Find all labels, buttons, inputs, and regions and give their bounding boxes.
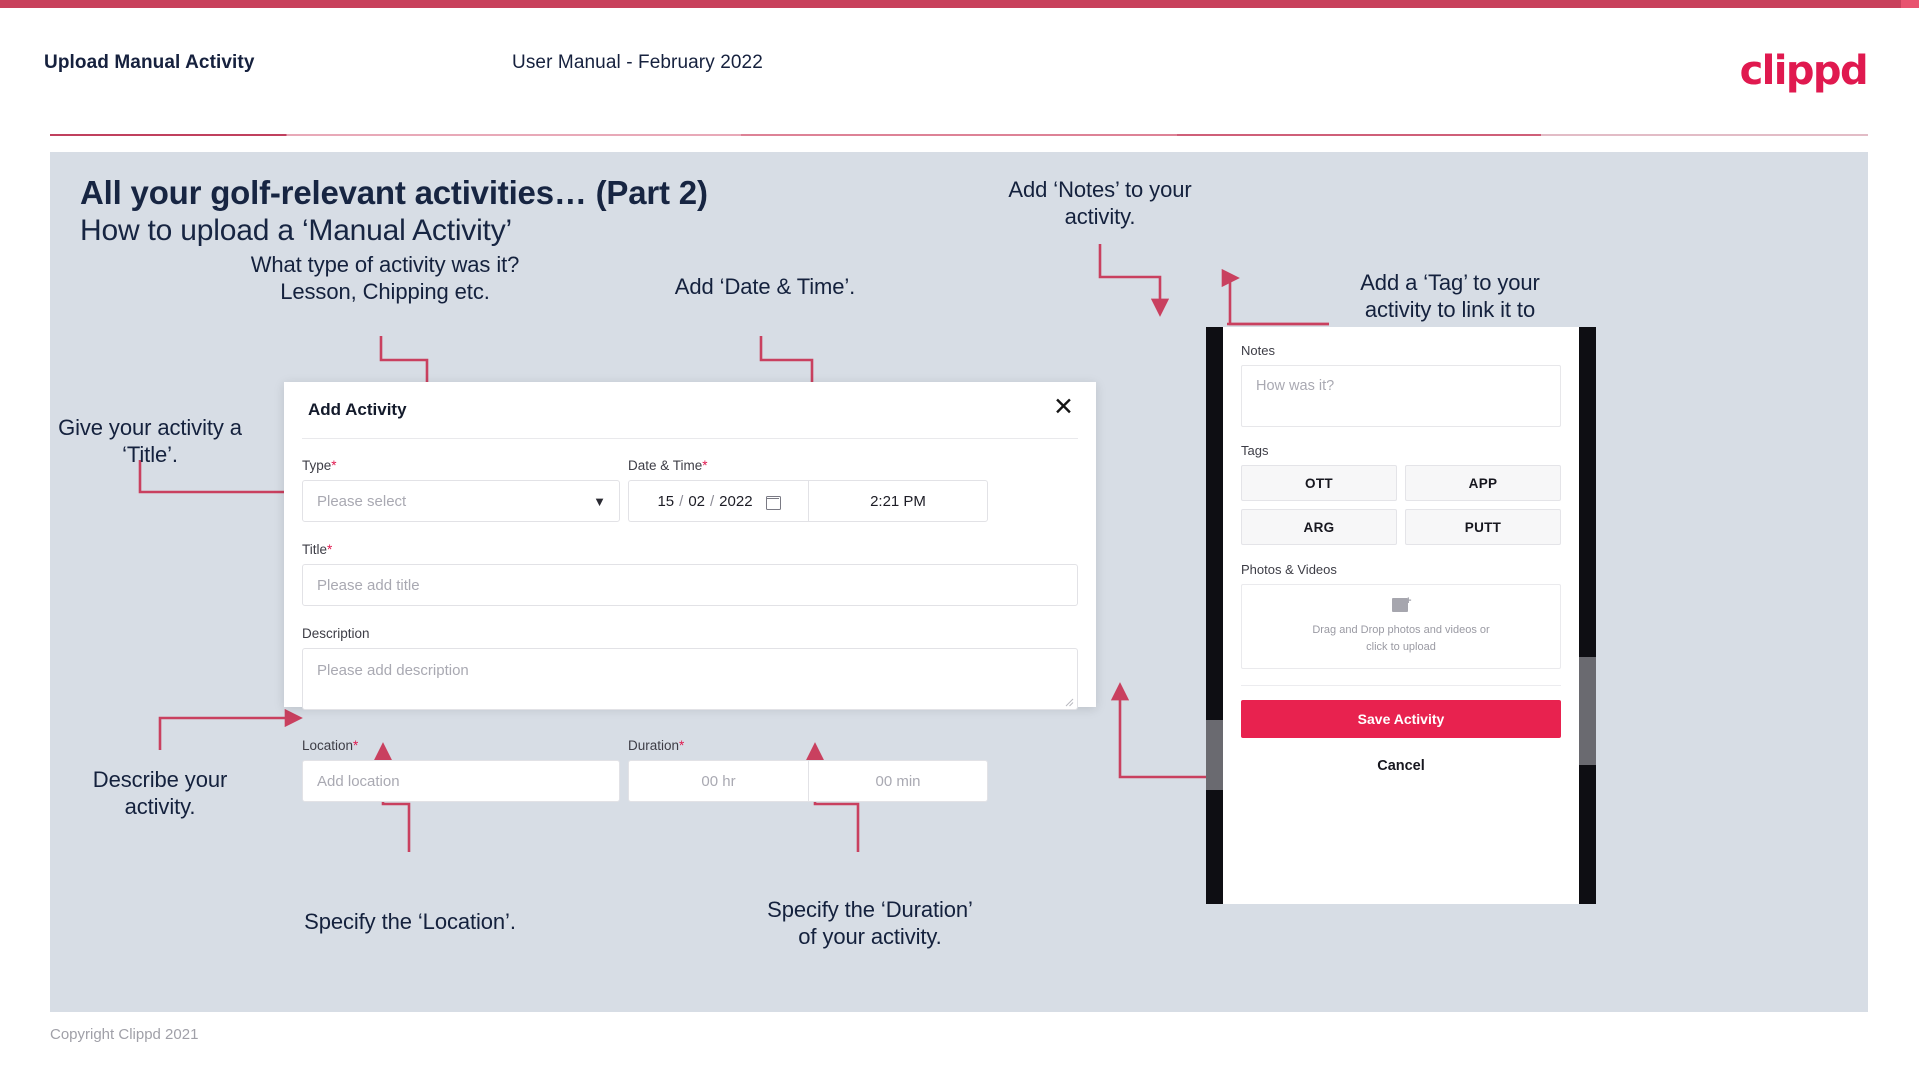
tag-button-putt[interactable]: PUTT [1405,509,1561,545]
cancel-button[interactable]: Cancel [1241,758,1561,774]
field-title: Title* Please add title [302,542,1078,606]
notes-placeholder: How was it? [1256,378,1335,394]
save-activity-button[interactable]: Save Activity [1241,700,1561,738]
duration-hours-value: 00 hr [701,772,736,790]
media-dropzone[interactable]: + Drag and Drop photos and videos or cli… [1241,584,1561,669]
phone-mockup: Notes How was it? Tags OTT APP ARG PUTT … [1206,327,1596,904]
type-select[interactable]: Please select ▼ [302,480,620,522]
duration-minutes-input[interactable]: 00 min [808,760,988,802]
duration-label: Duration* [628,738,988,753]
phone-frame-left [1206,327,1223,904]
type-label: Type* [302,458,620,473]
add-activity-modal: Add Activity ✕ Type* Please select ▼ Dat… [284,382,1096,802]
date-input[interactable]: 15 / 02 / 2022 [628,480,808,522]
type-required-mark: * [331,458,337,473]
tag-button-ott[interactable]: OTT [1241,465,1397,501]
title-input[interactable]: Please add title [302,564,1078,606]
notes-textarea[interactable]: How was it? [1241,365,1561,427]
field-location: Location* Add location [302,738,620,802]
description-label: Description [302,626,370,641]
modal-title: Add Activity [308,400,407,419]
type-label-text: Type [302,458,332,473]
description-placeholder: Please add description [317,662,469,679]
field-type: Type* Please select ▼ [302,458,620,522]
title-input-placeholder: Please add title [317,576,420,594]
phone-divider [1241,685,1561,686]
media-hint-line-2: click to upload [1366,640,1436,653]
datetime-required-mark: * [702,458,708,473]
date-day: 15 [657,492,675,510]
resize-grip-icon[interactable] [1065,698,1074,707]
field-duration: Duration* 00 hr 00 min [628,738,988,802]
annotation-title: Give your activity a ‘Title’. [58,415,242,467]
annotation-duration: Specify the ‘Duration’ of your activity. [767,897,973,949]
title-required-mark: * [327,542,333,557]
modal-header: Add Activity ✕ [284,382,1096,440]
page-subtitle: How to upload a ‘Manual Activity’ [80,214,512,247]
datetime-label-text: Date & Time [628,458,703,473]
top-accent-bar [0,0,1919,8]
date-year: 2022 [719,492,753,510]
title-label-text: Title [302,542,328,557]
annotation-type: What type of activity was it? Lesson, Ch… [250,252,520,304]
time-input[interactable]: 2:21 PM [808,480,988,522]
field-datetime: Date & Time* 15 / 02 / 2022 2:21 PM [628,458,988,522]
annotation-description: Describe your activity. [92,767,228,819]
phone-frame-right [1579,327,1596,904]
top-accent-bar-right [1901,0,1919,8]
annotation-datetime: Add ‘Date & Time’. [674,274,856,299]
datetime-label: Date & Time* [628,458,988,473]
type-select-value: Please select [317,492,407,510]
tags-label: Tags [1241,443,1269,458]
location-label: Location* [302,738,620,753]
header-divider [50,134,1868,136]
clippd-logo: clippd [1739,48,1869,94]
page-title: All your golf-relevant activities… (Part… [80,174,708,211]
location-placeholder: Add location [317,772,400,790]
description-textarea[interactable]: Please add description [302,648,1078,710]
field-description: Description Please add description [302,626,1078,710]
add-image-icon: + [1391,596,1412,615]
tags-grid: OTT APP ARG PUTT [1241,465,1561,545]
phone-screen: Notes How was it? Tags OTT APP ARG PUTT … [1223,327,1579,904]
header-title: Upload Manual Activity [44,52,255,73]
slide-body: All your golf-relevant activities… (Part… [50,152,1868,1012]
phone-side-button-left [1206,720,1223,790]
calendar-icon[interactable] [765,494,781,510]
location-label-text: Location [302,738,354,753]
time-value: 2:21 PM [870,492,926,510]
date-sep-1: / [679,492,684,510]
modal-divider [302,438,1078,439]
page-header: Upload Manual Activity User Manual - Feb… [0,8,1919,136]
notes-label: Notes [1241,343,1275,358]
chevron-down-icon: ▼ [593,493,606,509]
close-icon[interactable]: ✕ [1053,394,1074,419]
tag-button-app[interactable]: APP [1405,465,1561,501]
annotation-location: Specify the ‘Location’. [304,909,516,934]
media-hint-line-1: Drag and Drop photos and videos or [1312,624,1490,636]
datetime-row: 15 / 02 / 2022 2:21 PM [628,480,988,522]
duration-minutes-value: 00 min [875,772,921,790]
duration-row: 00 hr 00 min [628,760,988,802]
media-label: Photos & Videos [1241,562,1337,577]
location-required-mark: * [353,738,359,753]
duration-hours-input[interactable]: 00 hr [628,760,808,802]
title-label: Title* [302,542,1078,557]
duration-label-text: Duration [628,738,680,753]
phone-side-button-right [1579,657,1596,765]
footer-copyright: Copyright Clippd 2021 [50,1026,199,1043]
tag-button-arg[interactable]: ARG [1241,509,1397,545]
header-subtitle: User Manual - February 2022 [512,52,763,73]
date-sep-2: / [710,492,715,510]
date-month: 02 [688,492,705,510]
duration-required-mark: * [679,738,685,753]
location-input[interactable]: Add location [302,760,620,802]
slide-page: Upload Manual Activity User Manual - Feb… [0,0,1919,1079]
annotation-notes: Add ‘Notes’ to your activity. [1008,177,1192,229]
